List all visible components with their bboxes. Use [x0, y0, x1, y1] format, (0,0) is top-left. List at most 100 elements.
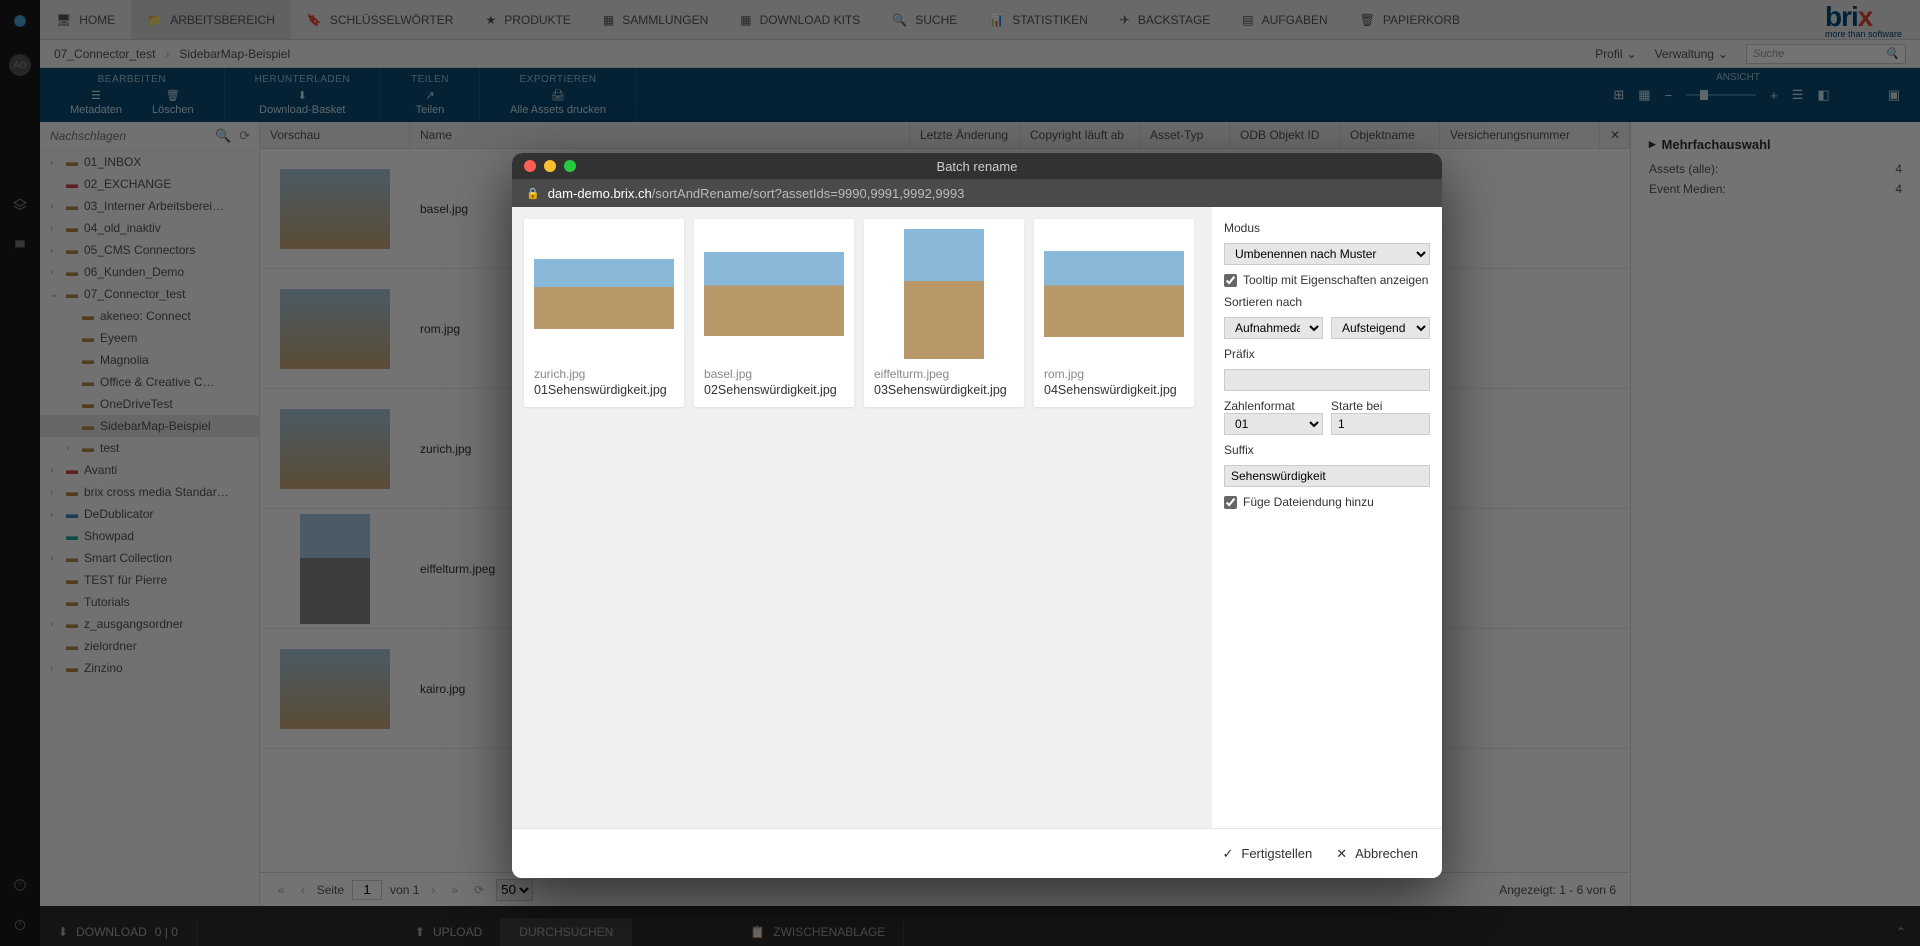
tree-item[interactable]: ⌄▬07_Connector_test — [40, 283, 259, 305]
nav-tab-aufgaben[interactable]: ▤AUFGABEN — [1226, 0, 1343, 39]
help-icon[interactable]: ? — [13, 878, 27, 892]
cancel-button[interactable]: ✕Abbrechen — [1336, 846, 1418, 862]
nav-tab-suche[interactable]: 🔍SUCHE — [876, 0, 973, 39]
tree-item[interactable]: ▬TEST für Pierre — [40, 569, 259, 591]
col-type[interactable]: Asset-Typ — [1140, 122, 1230, 148]
page-refresh-icon[interactable]: ⟳ — [470, 883, 488, 897]
app-icon[interactable] — [13, 14, 27, 28]
sort-order-select[interactable]: Aufsteigend sor — [1331, 317, 1430, 339]
nav-tab-arbeitsbereich[interactable]: 📁ARBEITSBEREICH — [131, 0, 291, 39]
page-input[interactable] — [352, 880, 382, 900]
rename-card[interactable]: zurich.jpg01Sehenswürdigkeit.jpg — [524, 219, 684, 407]
expand-icon[interactable]: › — [50, 267, 60, 278]
power-icon[interactable] — [13, 918, 27, 932]
col-odb[interactable]: ODB Objekt ID — [1230, 122, 1340, 148]
tree-item[interactable]: ›▬DeDublicator — [40, 503, 259, 525]
tree-item[interactable]: ›▬test — [40, 437, 259, 459]
col-preview[interactable]: Vorschau — [260, 122, 410, 148]
refresh-icon[interactable]: ⟳ — [239, 128, 250, 144]
browse-tab[interactable]: DURCHSUCHEN — [501, 918, 632, 946]
nav-tab-backstage[interactable]: ✈BACKSTAGE — [1104, 0, 1227, 39]
close-column-icon[interactable]: ✕ — [1600, 122, 1630, 148]
tree-item[interactable]: ▬SidebarMap-Beispiel — [40, 415, 259, 437]
tree-item[interactable]: ›▬04_old_inaktiv — [40, 217, 259, 239]
tree-search-input[interactable] — [50, 129, 207, 143]
tree-item[interactable]: ›▬brix cross media Standar… — [40, 481, 259, 503]
expand-icon[interactable]: › — [50, 619, 60, 630]
tree-item[interactable]: ›▬Smart Collection — [40, 547, 259, 569]
zoom-slider[interactable] — [1686, 94, 1756, 96]
toolbar-metadaten[interactable]: ☰Metadaten — [70, 89, 122, 116]
search-icon[interactable]: 🔍 — [215, 128, 231, 144]
tree-item[interactable]: ▬Magnolia — [40, 349, 259, 371]
tile-view-icon[interactable]: ◧ — [1817, 87, 1829, 103]
toolbar-teilen[interactable]: ↗Teilen — [416, 89, 445, 116]
nav-tab-sammlungen[interactable]: ▦SAMMLUNGEN — [587, 0, 724, 39]
tree-item[interactable]: ▬Eyeem — [40, 327, 259, 349]
tree-item[interactable]: ›▬05_CMS Connectors — [40, 239, 259, 261]
tree-item[interactable]: ▬02_EXCHANGE — [40, 173, 259, 195]
col-copyright[interactable]: Copyright läuft ab — [1020, 122, 1140, 148]
tree-item[interactable]: ▬zielordner — [40, 635, 259, 657]
tree-item[interactable]: ▬Office & Creative C… — [40, 371, 259, 393]
nav-tab-statistiken[interactable]: 📊STATISTIKEN — [973, 0, 1104, 39]
expand-icon[interactable]: › — [66, 443, 76, 454]
suffix-input[interactable] — [1224, 465, 1430, 487]
global-search[interactable]: Suche🔍 — [1746, 44, 1906, 64]
download-tab[interactable]: ⬇DOWNLOAD0 | 0 — [40, 918, 197, 946]
expand-icon[interactable]: ⌄ — [50, 289, 60, 300]
tree-item[interactable]: ›▬06_Kunden_Demo — [40, 261, 259, 283]
page-prev-icon[interactable]: ‹ — [297, 883, 309, 897]
toolbar-alle assets drucken[interactable]: 🖨Alle Assets drucken — [510, 89, 606, 116]
nav-tab-schlüsselwörter[interactable]: 🔖SCHLÜSSELWÖRTER — [291, 0, 470, 39]
zoom-minus-icon[interactable]: − — [1665, 88, 1673, 103]
col-name[interactable]: Name — [410, 122, 910, 148]
page-size-select[interactable]: 50 — [496, 879, 533, 901]
col-modified[interactable]: Letzte Änderung — [910, 122, 1020, 148]
expand-icon[interactable]: › — [50, 663, 60, 674]
page-last-icon[interactable]: » — [447, 883, 462, 897]
col-vers[interactable]: Versicherungsnummer — [1440, 122, 1600, 148]
rename-card[interactable]: rom.jpg04Sehenswürdigkeit.jpg — [1034, 219, 1194, 407]
nav-tab-papierkorb[interactable]: 🗑PAPIERKORB — [1344, 0, 1476, 39]
expand-icon[interactable]: › — [50, 553, 60, 564]
nav-tab-produkte[interactable]: ★PRODUKTE — [469, 0, 586, 39]
tree-item[interactable]: ▬Tutorials — [40, 591, 259, 613]
rename-card[interactable]: eiffelturm.jpeg03Sehenswürdigkeit.jpg — [864, 219, 1024, 407]
tree-item[interactable]: ›▬Avanti — [40, 459, 259, 481]
user-avatar[interactable]: AO — [9, 54, 31, 76]
expand-icon[interactable]: › — [50, 487, 60, 498]
mode-select[interactable]: Umbenennen nach Muster — [1224, 243, 1430, 265]
tree-item[interactable]: ▬akeneo: Connect — [40, 305, 259, 327]
page-first-icon[interactable]: « — [274, 883, 289, 897]
tree-item[interactable]: ›▬Zinzino — [40, 657, 259, 679]
clipboard-tab[interactable]: 📋ZWISCHENABLAGE — [732, 918, 904, 946]
page-next-icon[interactable]: › — [427, 883, 439, 897]
sort-field-select[interactable]: Aufnahmedatu — [1224, 317, 1323, 339]
col-obj[interactable]: Objektname — [1340, 122, 1440, 148]
zoom-plus-icon[interactable]: + — [1770, 88, 1778, 103]
list-view-icon[interactable]: ☰ — [1792, 87, 1804, 103]
expand-icon[interactable]: › — [50, 223, 60, 234]
admin-dropdown[interactable]: Verwaltung⌄ — [1655, 47, 1728, 61]
chat-icon[interactable] — [13, 238, 27, 252]
expand-icon[interactable]: › — [50, 157, 60, 168]
panel-icon[interactable]: ▣ — [1888, 87, 1900, 103]
prefix-input[interactable] — [1224, 369, 1430, 391]
bottom-collapse-icon[interactable]: ⌃ — [1882, 925, 1920, 939]
tree-item[interactable]: ›▬01_INBOX — [40, 151, 259, 173]
finish-button[interactable]: ✓Fertigstellen — [1222, 846, 1312, 862]
tree-item[interactable]: ▬OneDriveTest — [40, 393, 259, 415]
layers-icon[interactable] — [13, 198, 27, 212]
toolbar-löschen[interactable]: 🗑Löschen — [152, 89, 194, 116]
hierarchy-icon[interactable]: ⊞ — [1613, 87, 1624, 103]
crumb-b[interactable]: SidebarMap-Beispiel — [179, 47, 290, 61]
tree-item[interactable]: ▬Showpad — [40, 525, 259, 547]
upload-tab[interactable]: ⬆UPLOAD — [397, 918, 501, 946]
nav-tab-download kits[interactable]: ▦DOWNLOAD KITS — [724, 0, 876, 39]
expand-icon[interactable]: › — [50, 509, 60, 520]
crumb-a[interactable]: 07_Connector_test — [54, 47, 155, 61]
tree-item[interactable]: ›▬z_ausgangsordner — [40, 613, 259, 635]
nav-tab-home[interactable]: 🖥HOME — [40, 0, 131, 39]
profile-dropdown[interactable]: Profil⌄ — [1595, 47, 1636, 61]
